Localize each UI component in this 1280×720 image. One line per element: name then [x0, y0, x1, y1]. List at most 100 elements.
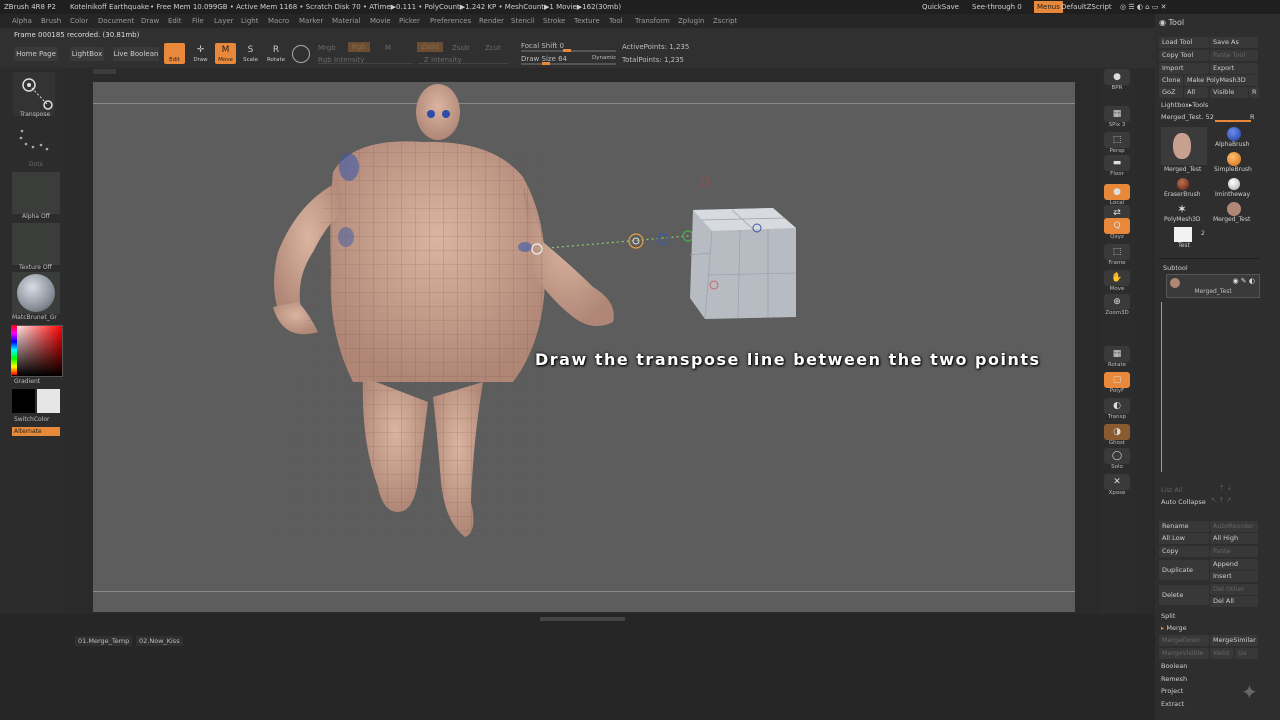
transpose-line[interactable] — [93, 82, 1075, 612]
transp-icon[interactable]: ◐ — [1104, 398, 1130, 414]
m-button[interactable]: M — [385, 44, 391, 52]
zcut-button[interactable]: Zcut — [485, 44, 501, 52]
live-boolean-button[interactable]: Live Boolean — [113, 47, 159, 61]
del-all-button[interactable]: Del All — [1210, 596, 1258, 607]
eraserbrush-icon[interactable] — [1177, 178, 1189, 190]
spix-3-icon[interactable]: ▦ — [1104, 106, 1130, 122]
menu-item-alpha[interactable]: Alpha — [12, 14, 32, 28]
tool-palette-title[interactable]: ◉ Tool — [1159, 18, 1184, 27]
solo-icon[interactable]: ◯ — [1104, 448, 1130, 464]
mergedown-button[interactable]: MergeDown — [1159, 635, 1209, 646]
frame-icon[interactable]: ⬚ — [1104, 244, 1130, 260]
menu-item-light[interactable]: Light — [241, 14, 258, 28]
window-controls[interactable]: ◎ ☰ ◐ ⌂ ▭ ✕ — [1120, 0, 1167, 14]
subtool-item[interactable]: ◉ ✎ ◐ Merged_Test — [1166, 274, 1260, 298]
tool-thumb-merged-test[interactable] — [1161, 127, 1207, 165]
polymesh-star-icon[interactable]: ✶ — [1177, 202, 1187, 216]
alphabrush-icon[interactable] — [1227, 127, 1241, 141]
visible-button[interactable]: Visible — [1210, 87, 1248, 98]
make-polymesh-button[interactable]: Make PolyMesh3D — [1184, 75, 1258, 86]
copy-subtool-button[interactable]: Copy — [1159, 546, 1209, 557]
polyf-icon[interactable]: ▢ — [1104, 372, 1130, 388]
all-button[interactable]: All — [1184, 87, 1208, 98]
boolean-section[interactable]: Boolean — [1161, 662, 1187, 670]
draw-mode-button[interactable]: ✛ Draw — [190, 43, 211, 64]
menu-item-picker[interactable]: Picker — [399, 14, 420, 28]
switchcolor-button[interactable]: SwitchColor — [14, 416, 50, 423]
delete-button[interactable]: Delete — [1159, 585, 1209, 605]
ghost-icon[interactable]: ◑ — [1104, 424, 1130, 440]
edit-mode-button[interactable]: Edit — [164, 43, 185, 64]
all-high-button[interactable]: All High — [1210, 533, 1258, 544]
bottom-collapse-handle[interactable] — [540, 617, 625, 621]
paste-tool-button[interactable]: Paste Tool — [1210, 50, 1258, 61]
menu-item-render[interactable]: Render — [479, 14, 504, 28]
quicksave-button[interactable]: QuickSave — [922, 0, 959, 14]
all-low-button[interactable]: All Low — [1159, 533, 1209, 544]
imintheway-icon[interactable] — [1228, 178, 1240, 190]
split-section[interactable]: Split — [1161, 612, 1175, 620]
see-through-slider[interactable]: See-through 0 — [972, 0, 1022, 14]
scale-mode-button[interactable]: S Scale — [240, 43, 261, 64]
menu-item-zplugin[interactable]: Zplugin — [678, 14, 704, 28]
alternate-button[interactable]: Alternate — [12, 427, 60, 436]
menu-item-movie[interactable]: Movie — [370, 14, 391, 28]
menu-item-stroke[interactable]: Stroke — [543, 14, 565, 28]
rename-button[interactable]: Rename — [1159, 521, 1209, 532]
alpha-slot[interactable] — [12, 172, 60, 214]
autoreorder-button[interactable]: AutoReorder — [1210, 521, 1258, 532]
mergesimilar-button[interactable]: MergeSimilar — [1210, 635, 1258, 646]
copy-tool-button[interactable]: Copy Tool — [1159, 50, 1209, 61]
dynamic-button[interactable]: Dynamic — [592, 55, 616, 61]
xpose-icon[interactable]: ✕ — [1104, 474, 1130, 490]
test-tool-icon[interactable] — [1174, 227, 1192, 242]
menu-item-tool[interactable]: Tool — [609, 14, 623, 28]
timeline-tab[interactable]: 02.Now_Kiss — [136, 636, 183, 646]
clone-button[interactable]: Clone — [1159, 75, 1183, 86]
mergevisible-button[interactable]: MergeVisible — [1159, 648, 1209, 659]
menu-item-marker[interactable]: Marker — [299, 14, 323, 28]
color-picker[interactable] — [11, 325, 63, 377]
lightbox-button[interactable]: LightBox — [70, 47, 104, 61]
simplebrush-icon[interactable] — [1227, 152, 1241, 166]
arrow-up-icon[interactable]: ⇡ ⇣ — [1219, 484, 1232, 492]
remesh-section[interactable]: Remesh — [1161, 675, 1187, 683]
save-as-button[interactable]: Save As — [1210, 37, 1258, 48]
hue-strip[interactable] — [11, 325, 17, 375]
r-small-button[interactable]: R — [1250, 113, 1255, 121]
cube-mesh[interactable] — [688, 205, 800, 321]
zoom3d-icon[interactable]: ⊕ — [1104, 294, 1130, 310]
weld-button[interactable]: Weld — [1210, 648, 1234, 659]
menu-item-edit[interactable]: Edit — [168, 14, 182, 28]
r-button[interactable]: R — [1249, 87, 1259, 98]
menu-item-preferences[interactable]: Preferences — [430, 14, 471, 28]
gizmo-toggle-icon[interactable] — [292, 45, 310, 63]
floor-icon[interactable]: ▬ — [1104, 155, 1130, 171]
stroke-dots-icon[interactable] — [13, 125, 55, 163]
menu-item-document[interactable]: Document — [98, 14, 134, 28]
menu-item-stencil[interactable]: Stencil — [511, 14, 535, 28]
del-other-button[interactable]: Del Other — [1210, 584, 1258, 595]
auto-collapse-button[interactable]: Auto Collapse — [1161, 498, 1206, 506]
move-arrows-icon[interactable]: ↖ ↑ ↗ — [1211, 496, 1231, 504]
append-button[interactable]: Append — [1210, 559, 1258, 570]
menu-item-draw[interactable]: Draw — [141, 14, 159, 28]
menu-item-zscript[interactable]: Zscript — [713, 14, 737, 28]
rotate-mode-button[interactable]: R Rotate — [265, 43, 287, 64]
canvas-viewport[interactable]: Draw the transpose line between the two … — [93, 82, 1075, 612]
paste-subtool-button[interactable]: Paste — [1210, 546, 1258, 557]
menu-item-color[interactable]: Color — [70, 14, 88, 28]
zadd-button[interactable]: Zadd — [417, 42, 443, 52]
load-tool-button[interactable]: Load Tool — [1159, 37, 1209, 48]
duplicate-button[interactable]: Duplicate — [1159, 560, 1209, 580]
export-button[interactable]: Export — [1210, 63, 1258, 74]
project-section[interactable]: Project — [1161, 687, 1183, 695]
menu-item-transform[interactable]: Transform — [635, 14, 670, 28]
menu-item-texture[interactable]: Texture — [574, 14, 600, 28]
merge-section[interactable]: ▸ Merge — [1161, 624, 1187, 632]
rotate-icon[interactable]: ▦ — [1104, 346, 1130, 362]
bpr-icon[interactable]: ● — [1104, 69, 1130, 85]
menus-button[interactable]: Menus — [1034, 1, 1063, 13]
qxyz-icon[interactable]: Q — [1104, 218, 1130, 234]
subtool-title[interactable]: Subtool — [1163, 264, 1188, 272]
